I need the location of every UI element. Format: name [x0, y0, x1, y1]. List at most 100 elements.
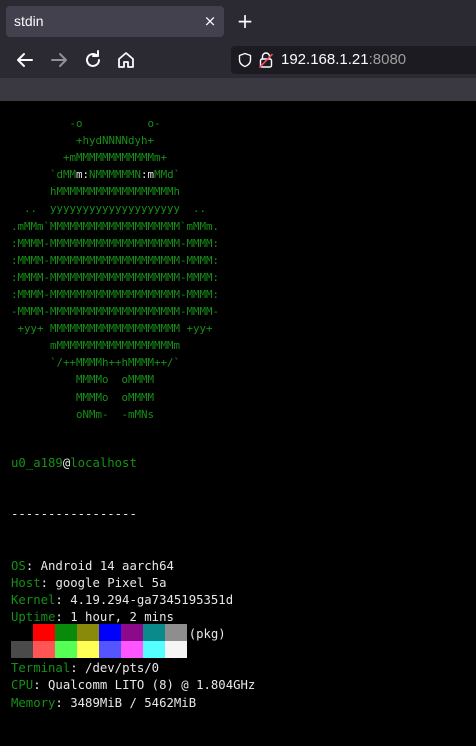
- info-colon: :: [25, 558, 41, 573]
- hostname: localhost: [70, 456, 137, 471]
- back-arrow-icon[interactable]: [14, 49, 36, 71]
- forward-arrow-icon[interactable]: [48, 49, 70, 71]
- ascii-art-segment: -MMMM-MMMMMMMMMMMMMMMMMMMM-MMMM-: [11, 305, 220, 319]
- ascii-art-segment: .mMMm`MMMMMMMMMMMMMMMMMMMM`mMMm.: [11, 219, 220, 233]
- info-row: Memory: 3489MiB / 5462MiB: [11, 695, 255, 712]
- info-key: Uptime: [11, 610, 56, 625]
- url-bar[interactable]: 192.168.1.21:8080: [231, 46, 476, 74]
- ascii-art-line: :MMMM-MMMMMMMMMMMMMMMMMMMM-MMMM:: [11, 235, 219, 252]
- info-colon: :: [33, 678, 49, 693]
- ascii-art-segment: :MMMM-MMMMMMMMMMMMMMMMMMMM-MMMM:: [11, 270, 220, 284]
- home-icon[interactable]: [115, 49, 137, 71]
- ascii-art-line: mMMMMMMMMMMMMMMMMMMm: [11, 337, 219, 354]
- info-row: Terminal: /dev/pts/0: [11, 660, 255, 677]
- tab-stdin[interactable]: stdin ×: [6, 6, 224, 37]
- info-value: Android 14 aarch64: [40, 558, 174, 573]
- ascii-art-segment: `dMM: [11, 168, 77, 182]
- ascii-art-line: :MMMM-MMMMMMMMMMMMMMMMMMMM-MMMM:: [11, 252, 219, 269]
- ascii-art-line: -o o-: [11, 115, 219, 132]
- info-value: google Pixel 5a: [55, 575, 167, 590]
- info-value: 4.19.294-ga7345195351d: [70, 592, 234, 607]
- ascii-art-highlight: :m: [141, 168, 155, 182]
- ascii-art-segment: NMMMMMMN: [89, 168, 142, 182]
- ascii-art-line: `dMMm:NMMMMMMN:mMMd`: [11, 166, 219, 183]
- color-swatch: [99, 624, 121, 641]
- insecure-lock-icon[interactable]: [258, 51, 274, 69]
- ascii-art-segment: :MMMM-MMMMMMMMMMMMMMMMMMMM-MMMM:: [11, 253, 220, 267]
- ascii-art-segment: :MMMM-MMMMMMMMMMMMMMMMMMMM-MMMM:: [11, 236, 220, 250]
- info-row: Kernel: 4.19.294-ga7345195351d: [11, 592, 255, 609]
- info-value: Qualcomm LITO (8) @ 1.804GHz: [48, 678, 256, 693]
- ascii-art-segment: MMMMo oMMMM: [11, 373, 155, 387]
- info-colon: :: [55, 592, 71, 607]
- system-info: u0_a189@localhost ----------------- OS: …: [11, 421, 255, 746]
- ascii-art-segment: MMd`: [154, 168, 181, 182]
- ascii-art-segment: :MMMM-MMMMMMMMMMMMMMMMMMMM-MMMM:: [11, 287, 220, 301]
- ascii-art-line: +hydNNNNdyh+: [11, 132, 219, 149]
- info-row: OS: Android 14 aarch64: [11, 558, 255, 575]
- color-swatch: [11, 641, 33, 658]
- color-swatch: [55, 641, 77, 658]
- color-swatch: [77, 641, 99, 658]
- color-swatch: [165, 641, 187, 658]
- color-swatch: [143, 641, 165, 658]
- info-value: 3489MiB / 5462MiB: [70, 695, 197, 710]
- info-colon: :: [55, 695, 71, 710]
- ascii-art-line: .. yyyyyyyyyyyyyyyyyyyy ..: [11, 200, 219, 217]
- color-swatch: [77, 624, 99, 641]
- ascii-art-highlight: m:: [76, 168, 90, 182]
- palette-row-normal: [11, 624, 187, 641]
- info-key: Memory: [11, 695, 56, 710]
- reload-icon[interactable]: [82, 49, 104, 71]
- color-swatch: [99, 641, 121, 658]
- ascii-art-line: +yy+ MMMMMMMMMMMMMMMMMMMM +yy+: [11, 320, 219, 337]
- ascii-art-segment: mMMMMMMMMMMMMMMMMMMm: [11, 339, 181, 353]
- ascii-art-segment: +hydNNNNdyh+: [11, 134, 155, 148]
- color-swatch: [55, 624, 77, 641]
- color-swatch: [121, 624, 143, 641]
- new-tab-button[interactable]: +: [235, 10, 255, 32]
- toolbar-strip: [0, 78, 476, 101]
- ascii-art-segment: -o o-: [11, 117, 161, 130]
- ascii-art-segment: hMMMMMMMMMMMMMMMMMMh: [11, 185, 181, 199]
- ascii-art-line: :MMMM-MMMMMMMMMMMMMMMMMMMM-MMMM:: [11, 269, 219, 286]
- browser-chrome: stdin × + 192.168.1.21:8080: [0, 0, 476, 101]
- user-host-line: u0_a189@localhost: [11, 455, 255, 472]
- ascii-art-line: +mMMMMMMMMMMMMm+: [11, 149, 219, 166]
- shield-icon[interactable]: [237, 52, 253, 68]
- ascii-art-line: MMMMo oMMMM: [11, 371, 219, 388]
- ascii-art-segment: +mMMMMMMMMMMMMm+: [11, 151, 168, 165]
- ascii-art-line: .mMMm`MMMMMMMMMMMMMMMMMMMM`mMMm.: [11, 218, 219, 235]
- color-swatch: [165, 624, 187, 641]
- ascii-art-line: :MMMM-MMMMMMMMMMMMMMMMMMMM-MMMM:: [11, 286, 219, 303]
- info-row: Host: google Pixel 5a: [11, 575, 255, 592]
- color-swatch: [121, 641, 143, 658]
- android-ascii-logo: -o o- +hydNNNNdyh+ +mMMMMMMMMMMMMm+ `dMM…: [11, 115, 219, 423]
- ascii-art-line: MMMMo oMMMM: [11, 389, 219, 406]
- ascii-art-segment: .. yyyyyyyyyyyyyyyyyyyy ..: [11, 202, 207, 216]
- palette-row-bright: [11, 641, 187, 658]
- color-swatch: [143, 624, 165, 641]
- ascii-art-segment: MMMMo oMMMM: [11, 390, 155, 404]
- color-swatch: [33, 624, 55, 641]
- info-row: CPU: Qualcomm LITO (8) @ 1.804GHz: [11, 677, 255, 694]
- info-colon: :: [40, 575, 56, 590]
- info-colon: :: [55, 610, 71, 625]
- ascii-art-line: `/++MMMMh++hMMMM++/`: [11, 354, 219, 371]
- info-key: OS: [11, 558, 26, 573]
- url-text[interactable]: 192.168.1.21:8080: [281, 51, 406, 68]
- close-icon[interactable]: ×: [202, 12, 218, 30]
- info-value: /dev/pts/0: [85, 661, 160, 676]
- info-key: Kernel: [11, 592, 56, 607]
- ascii-art-segment: +yy+ MMMMMMMMMMMMMMMMMMMM +yy+: [11, 322, 213, 336]
- info-key: Host: [11, 575, 41, 590]
- tab-title: stdin: [14, 13, 44, 29]
- ascii-art-line: -MMMM-MMMMMMMMMMMMMMMMMMMM-MMMM-: [11, 303, 219, 320]
- color-swatch: [33, 641, 55, 658]
- username: u0_a189: [11, 456, 63, 471]
- ascii-art-segment: oNMm- -mMNs: [11, 407, 155, 421]
- url-port: :8080: [368, 51, 407, 68]
- color-swatch: [11, 624, 33, 641]
- ascii-art-line: hMMMMMMMMMMMMMMMMMMh: [11, 183, 219, 200]
- info-value: 1 hour, 2 mins: [70, 610, 174, 625]
